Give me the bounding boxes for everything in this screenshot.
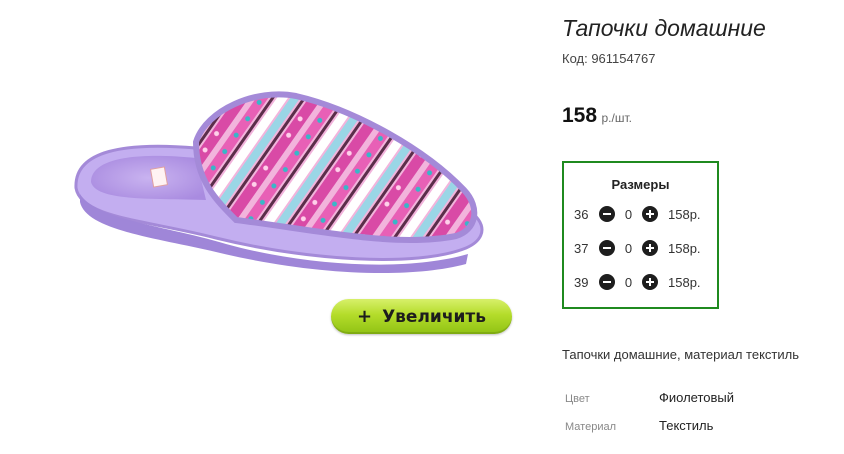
price-value: 158 <box>562 104 598 127</box>
attribute-value-color: Фиолетовый <box>659 390 735 405</box>
price: 158 р./шт. <box>562 104 632 128</box>
sizes-title: Размеры <box>611 177 670 192</box>
zoom-button[interactable]: + Увеличить <box>331 299 512 334</box>
attribute-label-material: Материал <box>565 421 616 433</box>
sizes-box: Размеры 36 0 158р. 37 0 158р. 39 0 158р. <box>562 161 719 309</box>
size-row-39: 39 0 158р. <box>574 272 701 292</box>
plus-circle-icon[interactable] <box>642 240 658 256</box>
size-price: 158р. <box>668 274 701 290</box>
slipper-image <box>74 91 484 274</box>
plus-circle-icon[interactable] <box>642 274 658 290</box>
attribute-value-material: Текстиль <box>659 418 714 433</box>
product-code: Код: 961154767 <box>562 51 656 66</box>
size-row-36: 36 0 158р. <box>574 204 701 224</box>
size-label: 36 <box>574 206 589 222</box>
zoom-button-label: Увеличить <box>382 306 487 327</box>
product-description: Тапочки домашние, материал текстиль <box>562 347 799 362</box>
quantity-value: 0 <box>624 240 633 256</box>
size-row-37: 37 0 158р. <box>574 238 701 258</box>
product-image[interactable] <box>56 70 506 290</box>
minus-circle-icon[interactable] <box>599 206 615 222</box>
size-label: 37 <box>574 240 589 256</box>
attribute-label-color: Цвет <box>565 393 590 405</box>
plus-icon: + <box>356 306 373 327</box>
price-unit: р./шт. <box>601 111 632 125</box>
plus-circle-icon[interactable] <box>642 206 658 222</box>
size-price: 158р. <box>668 206 701 222</box>
minus-circle-icon[interactable] <box>599 240 615 256</box>
minus-circle-icon[interactable] <box>599 274 615 290</box>
product-title: Тапочки домашние <box>562 15 766 41</box>
size-label: 39 <box>574 274 589 290</box>
size-price: 158р. <box>668 240 701 256</box>
quantity-value: 0 <box>624 206 633 222</box>
quantity-value: 0 <box>624 274 633 290</box>
